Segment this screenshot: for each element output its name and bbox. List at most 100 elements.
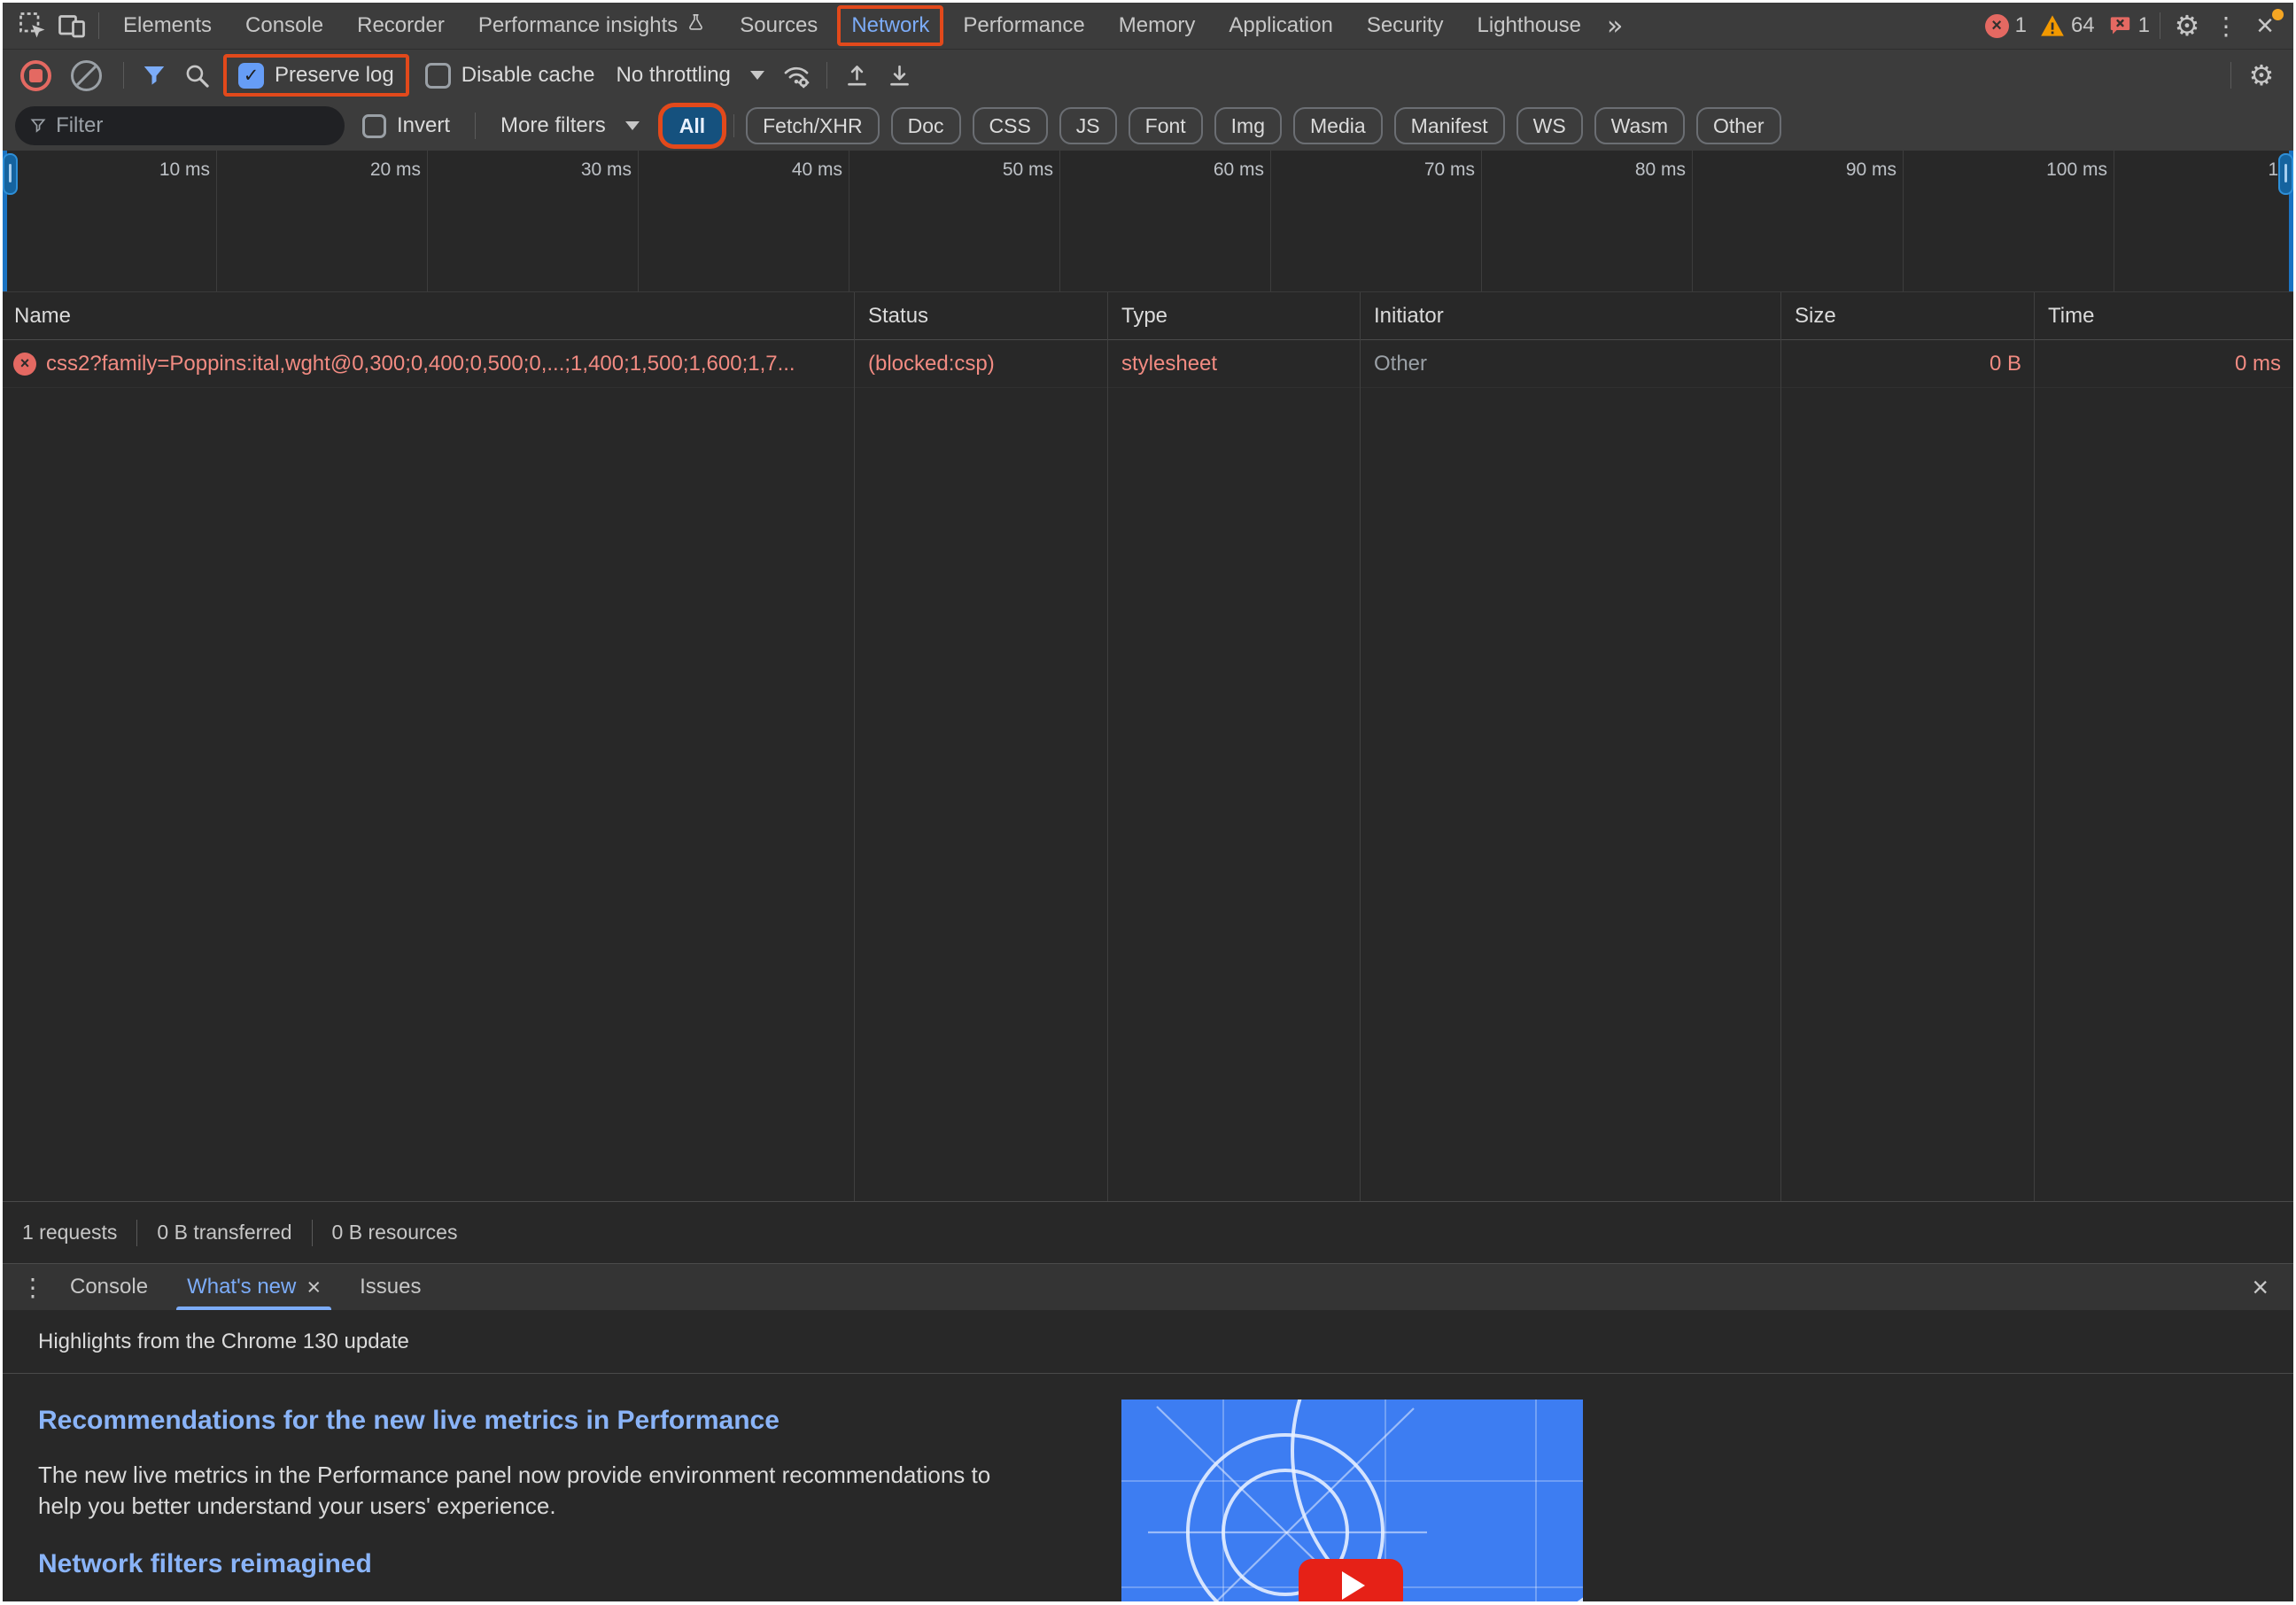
timeline-left-handle[interactable] [3,153,18,195]
tab-lighthouse[interactable]: Lighthouse [1461,3,1598,49]
network-conditions-icon[interactable] [777,56,816,95]
timeline-tick: 50 ms [849,151,1060,291]
filter-chip-img[interactable]: Img [1214,107,1282,144]
filter-chip-all[interactable]: All [663,107,722,144]
column-header-status[interactable]: Status [854,304,1107,329]
filter-chip-ws[interactable]: WS [1516,107,1583,144]
tab-console[interactable]: Console [229,3,340,49]
filter-chip-font[interactable]: Font [1129,107,1203,144]
tab-elements[interactable]: Elements [106,3,229,49]
tab-performance[interactable]: Performance [946,3,1101,49]
column-header-type[interactable]: Type [1107,304,1360,329]
more-filters-select[interactable]: More filters [492,113,648,138]
column-separator [1780,292,1781,1201]
column-separator [854,292,855,1201]
drawer-kebab-menu-icon[interactable]: ⋮ [15,1273,50,1302]
inspect-element-icon[interactable] [13,6,52,45]
invert-checkbox[interactable] [362,114,386,138]
tick-label: 60 ms [1214,159,1264,181]
column-separator [1107,292,1108,1201]
tab-memory[interactable]: Memory [1102,3,1213,49]
filter-input[interactable] [56,113,330,138]
filter-chip-js[interactable]: JS [1059,107,1117,144]
timeline-tick: 20 ms [217,151,428,291]
youtube-play-icon[interactable] [1299,1559,1403,1601]
tab-label: Sources [740,13,818,38]
filter-chip-other[interactable]: Other [1696,107,1781,144]
timeline-tick: 110 [2114,151,2293,291]
divider [475,112,476,139]
filter-chip-doc[interactable]: Doc [891,107,961,144]
more-filters-label: More filters [500,113,606,138]
devtools-screen: ElementsConsoleRecorderPerformance insig… [3,3,2293,1601]
close-tab-icon[interactable]: × [306,1274,321,1301]
request-type-chips: All Fetch/XHR Doc CSS JS Font Img Media Manifest… [663,107,1781,144]
error-count-badge[interactable]: × 1 [1982,13,2029,38]
network-filter-bar: Invert More filters All Fetch/XHR Doc CSS JS… [3,101,2293,151]
close-devtools-icon[interactable]: × [2246,6,2284,45]
timeline-tick: 40 ms [639,151,849,291]
disable-cache-toggle[interactable]: Disable cache [416,63,604,89]
table-empty-area [3,388,2293,1201]
import-har-icon[interactable] [838,56,877,95]
column-header-size[interactable]: Size [1780,304,2034,329]
drawer-tabs: Console What's new × Issues [50,1264,441,1310]
invert-filter-toggle[interactable]: Invert [353,113,459,138]
settings-gear-icon[interactable]: ⚙ [2168,6,2207,45]
device-toolbar-icon[interactable] [52,6,91,45]
disable-cache-checkbox[interactable] [425,63,451,89]
flask-icon [686,12,706,39]
timeline-right-handle[interactable] [2278,153,2293,195]
filter-pill[interactable] [15,106,345,145]
column-header-initiator[interactable]: Initiator [1360,304,1780,329]
request-initiator-cell: Other [1360,352,1780,376]
kebab-menu-icon[interactable]: ⋮ [2207,6,2246,45]
tick-label: 30 ms [581,159,632,181]
tab-recorder[interactable]: Recorder [340,3,462,49]
issues-count-badge[interactable]: 1 [2106,13,2152,38]
summary-item: 1 requests [22,1221,117,1244]
filter-funnel-icon[interactable] [135,56,174,95]
preserve-log-checkbox[interactable]: ✓ [238,63,264,89]
more-tabs-chevron-icon[interactable]: » [1598,11,1632,42]
filter-chip-css[interactable]: CSS [973,107,1048,144]
tab-network[interactable]: Network [837,5,943,46]
warning-icon [2040,14,2065,37]
column-header-name[interactable]: Name [3,304,854,329]
filter-chip-manifest[interactable]: Manifest [1394,107,1505,144]
whats-new-section-title-2[interactable]: Network filters reimagined [38,1549,1035,1579]
warning-count-badge[interactable]: 64 [2037,13,2098,38]
tab-performance-insights[interactable]: Performance insights [462,3,723,49]
panel-tabs: ElementsConsoleRecorderPerformance insig… [106,3,1598,49]
tab-label: Performance [963,13,1084,38]
drawer-tab-console[interactable]: Console [50,1264,167,1310]
tab-security[interactable]: Security [1350,3,1461,49]
record-network-log-button[interactable] [20,60,51,91]
clear-network-log-button[interactable] [71,60,102,91]
divider [2230,62,2231,89]
search-icon[interactable] [177,56,216,95]
network-settings-gear-icon[interactable]: ⚙ [2242,56,2281,95]
column-header-time[interactable]: Time [2034,304,2293,329]
tick-label: 70 ms [1424,159,1475,181]
video-thumbnail[interactable]: new [1121,1400,1583,1601]
tab-application[interactable]: Application [1212,3,1349,49]
close-drawer-icon[interactable]: × [2252,1271,2281,1304]
tick-label: 100 ms [2046,159,2107,181]
throttling-select[interactable]: No throttling [607,63,772,88]
filter-chip-fetch-xhr[interactable]: Fetch/XHR [746,107,879,144]
column-separator [2034,292,2035,1201]
filter-chip-media[interactable]: Media [1293,107,1383,144]
filter-chip-wasm[interactable]: Wasm [1594,107,1685,144]
table-row[interactable]: ×css2?family=Poppins:ital,wght@0,300;0,4… [3,340,2293,388]
drawer-tab-what-s-new[interactable]: What's new × [167,1264,340,1310]
export-har-icon[interactable] [880,56,919,95]
drawer-tab-label: What's new [187,1275,296,1299]
whats-new-section-title[interactable]: Recommendations for the new live metrics… [38,1406,1035,1436]
tab-sources[interactable]: Sources [723,3,834,49]
tab-label: Application [1229,13,1332,38]
tick-label: 80 ms [1635,159,1686,181]
preserve-log-toggle[interactable]: ✓ Preserve log [223,54,409,97]
timeline-tick: 80 ms [1482,151,1693,291]
drawer-tab-issues[interactable]: Issues [340,1264,440,1310]
